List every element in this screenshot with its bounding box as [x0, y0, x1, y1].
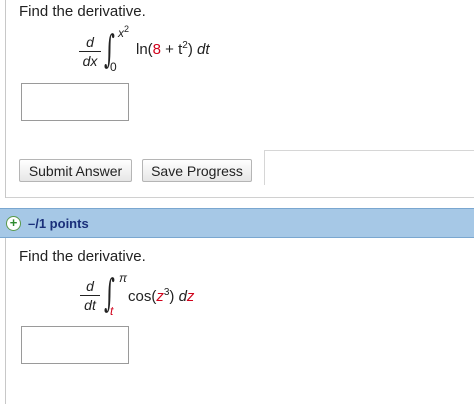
question-1: Find the derivative. d dx ∫ x2 0 ln(8 + … — [0, 0, 474, 198]
integrand-variable-2: z — [156, 288, 164, 305]
question-1-prompt: Find the derivative. — [19, 3, 146, 20]
lower-limit-2: t — [110, 304, 114, 318]
question-2-left-border — [5, 238, 6, 404]
derivative-operator: d dx — [79, 34, 101, 69]
button-area-frame-side — [264, 150, 265, 185]
integrand-d: d — [178, 288, 187, 305]
question-1-bottom-border — [6, 197, 474, 198]
answer-input-1[interactable] — [21, 83, 129, 121]
submit-answer-button[interactable]: Submit Answer — [19, 159, 132, 182]
integrand-differential: dt — [197, 41, 210, 58]
integrand-differential-var: z — [186, 288, 195, 305]
frac-denominator-2: dt — [84, 297, 96, 313]
frac-numerator-2: d — [80, 278, 100, 296]
integrand-close: ) — [187, 41, 198, 58]
frac-denominator: dx — [82, 53, 98, 69]
button-area-frame-top — [264, 150, 474, 151]
upper-limit-2: π — [119, 271, 128, 285]
upper-limit-exponent: 2 — [124, 24, 130, 34]
save-progress-button[interactable]: Save Progress — [142, 159, 252, 182]
integrand-cos: cos( — [128, 288, 157, 305]
integrand-2: cos(z3) dz — [128, 287, 194, 305]
integrand-constant: 8 — [152, 41, 162, 58]
question-1-left-border — [5, 0, 6, 198]
expand-plus-icon[interactable]: + — [6, 216, 21, 231]
question-2-prompt: Find the derivative. — [19, 248, 146, 265]
question-2-header-bar: + –/1 points — [0, 208, 474, 238]
lower-limit: 0 — [110, 60, 117, 74]
points-label: –/1 points — [28, 216, 89, 231]
answer-input-2[interactable] — [21, 326, 129, 364]
integrand: ln(8 + t2) dt — [136, 40, 210, 58]
integrand-ln: ln( — [136, 41, 153, 58]
integrand-variable: + t — [161, 41, 183, 58]
derivative-operator-2: d dt — [80, 278, 100, 313]
integrand-close-2: ) — [169, 288, 179, 305]
question-2: Find the derivative. d dt ∫ π t cos(z3) … — [0, 238, 474, 404]
upper-limit: x2 — [118, 24, 129, 40]
frac-numerator: d — [79, 34, 101, 52]
